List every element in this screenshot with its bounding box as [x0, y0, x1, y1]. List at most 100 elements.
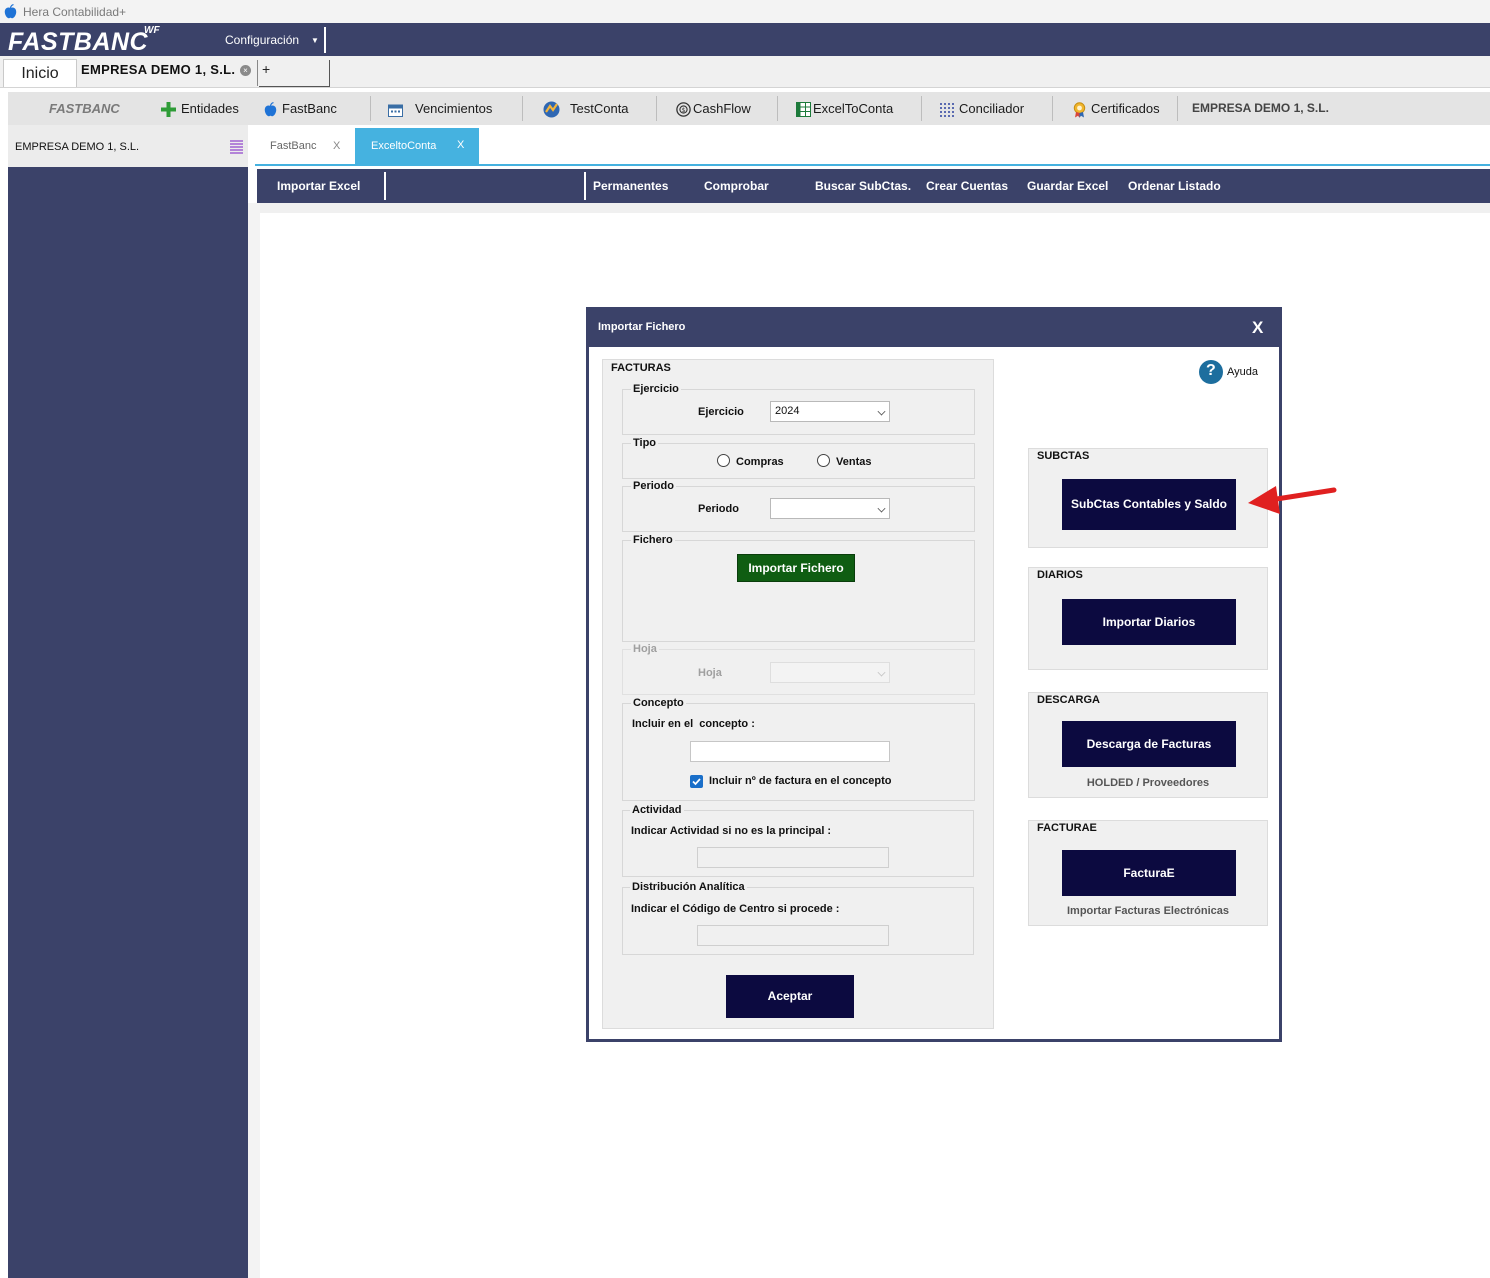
nav-separator [777, 96, 778, 121]
nav-item-exceltoconta[interactable]: ExcelToConta [796, 92, 893, 125]
toolbar-permanentes[interactable]: Permanentes [593, 169, 668, 203]
dialog-close-button[interactable]: X [1252, 318, 1263, 338]
cashflow-icon: $ [676, 102, 691, 117]
content-top-strip [257, 203, 1490, 213]
periodo-legend: Periodo [631, 480, 676, 492]
caret-down-icon[interactable]: ▼ [311, 36, 319, 45]
nav-separator [370, 96, 371, 121]
close-inner-tab-fastbanc[interactable]: X [333, 140, 340, 152]
compras-radio[interactable] [717, 454, 730, 467]
descarga-facturas-button[interactable]: Descarga de Facturas [1062, 721, 1236, 767]
descarga-panel: DESCARGA Descarga de Facturas HOLDED / P… [1028, 692, 1268, 798]
facturas-legend: FACTURAS [611, 362, 671, 374]
certificate-icon [1073, 101, 1086, 118]
import-file-dialog: Importar Fichero X ? Ayuda FACTURAS Ejer… [586, 307, 1282, 1042]
descarga-note: HOLDED / Proveedores [1086, 777, 1210, 789]
testconta-icon [543, 101, 560, 118]
window-title: Hera Contabilidad+ [23, 5, 127, 19]
help-icon[interactable]: ? [1199, 360, 1223, 384]
close-inner-tab-exceltoconta[interactable]: X [457, 139, 464, 151]
nav-separator [1177, 96, 1178, 121]
inner-tab-label: ExceltoConta [371, 140, 437, 152]
ejercicio-select[interactable]: 2024 [770, 401, 890, 422]
periodo-select[interactable] [770, 498, 890, 519]
nav-item-label: TestConta [570, 101, 629, 116]
plus-icon [161, 102, 176, 118]
toolbar-ordenar-listado[interactable]: Ordenar Listado [1128, 169, 1221, 203]
subctas-panel: SUBCTAS SubCtas Contables y Saldo [1028, 448, 1268, 548]
periodo-label: Periodo [698, 503, 739, 515]
toolbar-comprobar[interactable]: Comprobar [704, 169, 769, 203]
apple-icon [264, 102, 277, 117]
nav-item-label: Entidades [181, 101, 239, 116]
window-tabs: Inicio EMPRESA DEMO 1, S.L. × + [0, 56, 1490, 88]
sidebar-company-title: EMPRESA DEMO 1, S.L. [15, 141, 140, 153]
inner-tab-underline [255, 164, 1490, 166]
nav-item-label: FastBanc [282, 101, 337, 116]
nav-item-cashflow[interactable]: $ CashFlow [676, 92, 751, 125]
app-header: FASTBANC WF Configuración ▼ [0, 23, 1490, 56]
toolbar-separator [584, 172, 586, 200]
dialog-title: Importar Fichero [598, 321, 686, 333]
nav-item-certificados[interactable]: Certificados [1072, 92, 1160, 125]
toolbar-separator [384, 172, 386, 200]
list-menu-icon[interactable] [229, 139, 244, 154]
inner-tab-fastbanc[interactable]: FastBanc [270, 140, 316, 152]
content-left-strip [248, 203, 260, 1278]
nav-separator [522, 96, 523, 121]
subctas-contables-button[interactable]: SubCtas Contables y Saldo [1062, 479, 1236, 530]
fichero-legend: Fichero [631, 534, 675, 546]
importar-fichero-button[interactable]: Importar Fichero [737, 554, 855, 582]
hoja-select [770, 662, 890, 683]
ventas-label: Ventas [836, 456, 872, 468]
apple-icon [4, 4, 17, 19]
nav-item-vencimientos[interactable]: Vencimientos [388, 92, 492, 125]
close-tab-icon[interactable]: × [240, 65, 251, 76]
facturae-panel: FACTURAE FacturaE Importar Facturas Elec… [1028, 820, 1268, 926]
actividad-label: Indicar Actividad si no es la principal … [631, 825, 832, 837]
compras-label: Compras [736, 456, 784, 468]
factura-number-label: Incluir nº de factura en el concepto [709, 775, 892, 787]
toolbar-importar-excel[interactable]: Importar Excel [277, 169, 360, 203]
excel-toolbar: Importar Excel Permanentes Comprobar Bus… [257, 169, 1490, 203]
tab-inicio[interactable]: Inicio [3, 59, 77, 87]
toolbar-guardar-excel[interactable]: Guardar Excel [1027, 169, 1108, 203]
inner-tab-exceltoconta[interactable]: ExceltoConta X [355, 128, 479, 165]
tab-empresa[interactable]: EMPRESA DEMO 1, S.L. [81, 62, 235, 77]
facturae-note: Importar Facturas Electrónicas [1066, 905, 1229, 917]
add-tab-button[interactable]: + [262, 61, 270, 77]
nav-item-conciliador[interactable]: Conciliador [940, 92, 1024, 125]
tab-divider [257, 60, 258, 86]
nav-item-fastbanc[interactable]: FastBanc [264, 92, 337, 125]
toolbar-crear-cuentas[interactable]: Crear Cuentas [926, 169, 1008, 203]
facturae-legend: FACTURAE [1037, 822, 1097, 834]
toolbar-buscar-subctas[interactable]: Buscar SubCtas. [815, 169, 911, 203]
facturae-button[interactable]: FacturaE [1062, 850, 1236, 896]
factura-number-checkbox[interactable] [690, 775, 703, 788]
nav-item-testconta[interactable]: TestConta [543, 92, 629, 125]
concepto-label: Incluir en el concepto : [632, 718, 755, 730]
main-navbar: FASTBANC Entidades FastBanc Vencimientos… [8, 92, 1490, 125]
analitica-input[interactable] [697, 925, 889, 946]
ejercicio-legend: Ejercicio [631, 383, 681, 395]
help-label[interactable]: Ayuda [1227, 366, 1258, 378]
left-sidebar [8, 125, 248, 1278]
add-tab-border [329, 60, 330, 87]
nav-separator [1052, 96, 1053, 121]
hoja-legend: Hoja [631, 643, 659, 655]
nav-item-entidades[interactable]: Entidades [161, 92, 239, 125]
importar-diarios-button[interactable]: Importar Diarios [1062, 599, 1236, 645]
config-menu[interactable]: Configuración [225, 33, 299, 47]
concepto-input[interactable] [690, 741, 890, 762]
chevron-down-icon [877, 407, 886, 416]
dialog-header: Importar Fichero X [589, 310, 1279, 347]
grid-icon [940, 102, 954, 117]
brand-superscript: WF [144, 25, 160, 36]
aceptar-button[interactable]: Aceptar [726, 975, 854, 1018]
chevron-down-icon [877, 668, 886, 677]
spreadsheet-icon [796, 102, 811, 118]
ventas-radio[interactable] [817, 454, 830, 467]
actividad-input[interactable] [697, 847, 889, 868]
calendar-icon [388, 104, 403, 117]
svg-text:$: $ [682, 107, 686, 114]
